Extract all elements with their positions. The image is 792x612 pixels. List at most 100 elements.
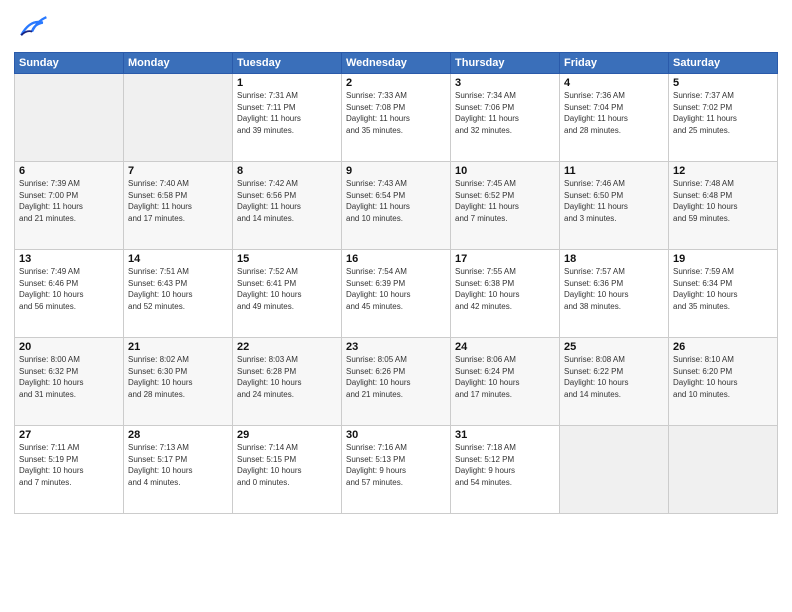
day-number: 25 [564, 341, 664, 353]
day-info: Sunrise: 8:10 AM Sunset: 6:20 PM Dayligh… [673, 354, 773, 400]
calendar-cell: 19Sunrise: 7:59 AM Sunset: 6:34 PM Dayli… [669, 250, 778, 338]
day-number: 8 [237, 165, 337, 177]
calendar-cell: 28Sunrise: 7:13 AM Sunset: 5:17 PM Dayli… [124, 426, 233, 514]
day-info: Sunrise: 7:37 AM Sunset: 7:02 PM Dayligh… [673, 90, 773, 136]
col-header-tuesday: Tuesday [233, 53, 342, 74]
calendar-cell: 13Sunrise: 7:49 AM Sunset: 6:46 PM Dayli… [15, 250, 124, 338]
calendar-cell: 16Sunrise: 7:54 AM Sunset: 6:39 PM Dayli… [342, 250, 451, 338]
day-info: Sunrise: 7:31 AM Sunset: 7:11 PM Dayligh… [237, 90, 337, 136]
day-info: Sunrise: 8:05 AM Sunset: 6:26 PM Dayligh… [346, 354, 446, 400]
calendar-cell: 17Sunrise: 7:55 AM Sunset: 6:38 PM Dayli… [451, 250, 560, 338]
day-number: 24 [455, 341, 555, 353]
calendar: SundayMondayTuesdayWednesdayThursdayFrid… [14, 52, 778, 514]
day-info: Sunrise: 7:33 AM Sunset: 7:08 PM Dayligh… [346, 90, 446, 136]
day-info: Sunrise: 7:11 AM Sunset: 5:19 PM Dayligh… [19, 442, 119, 488]
day-info: Sunrise: 7:13 AM Sunset: 5:17 PM Dayligh… [128, 442, 228, 488]
calendar-cell: 23Sunrise: 8:05 AM Sunset: 6:26 PM Dayli… [342, 338, 451, 426]
day-number: 13 [19, 253, 119, 265]
calendar-cell: 4Sunrise: 7:36 AM Sunset: 7:04 PM Daylig… [560, 74, 669, 162]
day-info: Sunrise: 7:52 AM Sunset: 6:41 PM Dayligh… [237, 266, 337, 312]
day-number: 3 [455, 77, 555, 89]
day-number: 11 [564, 165, 664, 177]
calendar-cell: 15Sunrise: 7:52 AM Sunset: 6:41 PM Dayli… [233, 250, 342, 338]
day-number: 17 [455, 253, 555, 265]
day-info: Sunrise: 7:59 AM Sunset: 6:34 PM Dayligh… [673, 266, 773, 312]
calendar-cell: 29Sunrise: 7:14 AM Sunset: 5:15 PM Dayli… [233, 426, 342, 514]
calendar-body: 1Sunrise: 7:31 AM Sunset: 7:11 PM Daylig… [15, 74, 778, 514]
day-number: 6 [19, 165, 119, 177]
calendar-cell: 12Sunrise: 7:48 AM Sunset: 6:48 PM Dayli… [669, 162, 778, 250]
day-info: Sunrise: 7:46 AM Sunset: 6:50 PM Dayligh… [564, 178, 664, 224]
day-number: 19 [673, 253, 773, 265]
calendar-cell: 11Sunrise: 7:46 AM Sunset: 6:50 PM Dayli… [560, 162, 669, 250]
calendar-cell: 9Sunrise: 7:43 AM Sunset: 6:54 PM Daylig… [342, 162, 451, 250]
day-info: Sunrise: 8:02 AM Sunset: 6:30 PM Dayligh… [128, 354, 228, 400]
calendar-cell: 1Sunrise: 7:31 AM Sunset: 7:11 PM Daylig… [233, 74, 342, 162]
calendar-cell: 21Sunrise: 8:02 AM Sunset: 6:30 PM Dayli… [124, 338, 233, 426]
calendar-cell: 31Sunrise: 7:18 AM Sunset: 5:12 PM Dayli… [451, 426, 560, 514]
day-info: Sunrise: 7:57 AM Sunset: 6:36 PM Dayligh… [564, 266, 664, 312]
day-info: Sunrise: 8:03 AM Sunset: 6:28 PM Dayligh… [237, 354, 337, 400]
day-number: 27 [19, 429, 119, 441]
calendar-cell: 5Sunrise: 7:37 AM Sunset: 7:02 PM Daylig… [669, 74, 778, 162]
day-number: 18 [564, 253, 664, 265]
calendar-cell: 14Sunrise: 7:51 AM Sunset: 6:43 PM Dayli… [124, 250, 233, 338]
day-number: 1 [237, 77, 337, 89]
day-number: 23 [346, 341, 446, 353]
day-info: Sunrise: 7:43 AM Sunset: 6:54 PM Dayligh… [346, 178, 446, 224]
calendar-cell: 22Sunrise: 8:03 AM Sunset: 6:28 PM Dayli… [233, 338, 342, 426]
day-info: Sunrise: 7:54 AM Sunset: 6:39 PM Dayligh… [346, 266, 446, 312]
calendar-cell [560, 426, 669, 514]
day-number: 28 [128, 429, 228, 441]
calendar-cell: 24Sunrise: 8:06 AM Sunset: 6:24 PM Dayli… [451, 338, 560, 426]
day-info: Sunrise: 7:36 AM Sunset: 7:04 PM Dayligh… [564, 90, 664, 136]
calendar-cell: 6Sunrise: 7:39 AM Sunset: 7:00 PM Daylig… [15, 162, 124, 250]
col-header-wednesday: Wednesday [342, 53, 451, 74]
day-number: 4 [564, 77, 664, 89]
col-header-friday: Friday [560, 53, 669, 74]
day-number: 21 [128, 341, 228, 353]
calendar-cell: 26Sunrise: 8:10 AM Sunset: 6:20 PM Dayli… [669, 338, 778, 426]
day-number: 22 [237, 341, 337, 353]
calendar-cell: 18Sunrise: 7:57 AM Sunset: 6:36 PM Dayli… [560, 250, 669, 338]
day-info: Sunrise: 7:39 AM Sunset: 7:00 PM Dayligh… [19, 178, 119, 224]
day-number: 16 [346, 253, 446, 265]
header-row: SundayMondayTuesdayWednesdayThursdayFrid… [15, 53, 778, 74]
calendar-cell: 3Sunrise: 7:34 AM Sunset: 7:06 PM Daylig… [451, 74, 560, 162]
day-number: 7 [128, 165, 228, 177]
col-header-sunday: Sunday [15, 53, 124, 74]
week-row-5: 27Sunrise: 7:11 AM Sunset: 5:19 PM Dayli… [15, 426, 778, 514]
day-info: Sunrise: 7:14 AM Sunset: 5:15 PM Dayligh… [237, 442, 337, 488]
day-number: 12 [673, 165, 773, 177]
col-header-thursday: Thursday [451, 53, 560, 74]
calendar-cell: 20Sunrise: 8:00 AM Sunset: 6:32 PM Dayli… [15, 338, 124, 426]
logo-icon [14, 10, 50, 46]
day-number: 31 [455, 429, 555, 441]
day-number: 5 [673, 77, 773, 89]
week-row-1: 1Sunrise: 7:31 AM Sunset: 7:11 PM Daylig… [15, 74, 778, 162]
day-info: Sunrise: 7:16 AM Sunset: 5:13 PM Dayligh… [346, 442, 446, 488]
day-number: 26 [673, 341, 773, 353]
day-info: Sunrise: 7:51 AM Sunset: 6:43 PM Dayligh… [128, 266, 228, 312]
calendar-cell: 30Sunrise: 7:16 AM Sunset: 5:13 PM Dayli… [342, 426, 451, 514]
day-number: 10 [455, 165, 555, 177]
calendar-cell: 10Sunrise: 7:45 AM Sunset: 6:52 PM Dayli… [451, 162, 560, 250]
calendar-cell: 8Sunrise: 7:42 AM Sunset: 6:56 PM Daylig… [233, 162, 342, 250]
day-info: Sunrise: 8:08 AM Sunset: 6:22 PM Dayligh… [564, 354, 664, 400]
day-info: Sunrise: 7:34 AM Sunset: 7:06 PM Dayligh… [455, 90, 555, 136]
calendar-cell [669, 426, 778, 514]
day-info: Sunrise: 7:48 AM Sunset: 6:48 PM Dayligh… [673, 178, 773, 224]
day-number: 30 [346, 429, 446, 441]
calendar-cell: 7Sunrise: 7:40 AM Sunset: 6:58 PM Daylig… [124, 162, 233, 250]
week-row-4: 20Sunrise: 8:00 AM Sunset: 6:32 PM Dayli… [15, 338, 778, 426]
day-number: 14 [128, 253, 228, 265]
week-row-2: 6Sunrise: 7:39 AM Sunset: 7:00 PM Daylig… [15, 162, 778, 250]
calendar-cell: 2Sunrise: 7:33 AM Sunset: 7:08 PM Daylig… [342, 74, 451, 162]
calendar-cell: 25Sunrise: 8:08 AM Sunset: 6:22 PM Dayli… [560, 338, 669, 426]
calendar-cell [124, 74, 233, 162]
week-row-3: 13Sunrise: 7:49 AM Sunset: 6:46 PM Dayli… [15, 250, 778, 338]
day-info: Sunrise: 7:40 AM Sunset: 6:58 PM Dayligh… [128, 178, 228, 224]
day-info: Sunrise: 7:42 AM Sunset: 6:56 PM Dayligh… [237, 178, 337, 224]
day-number: 2 [346, 77, 446, 89]
day-number: 9 [346, 165, 446, 177]
